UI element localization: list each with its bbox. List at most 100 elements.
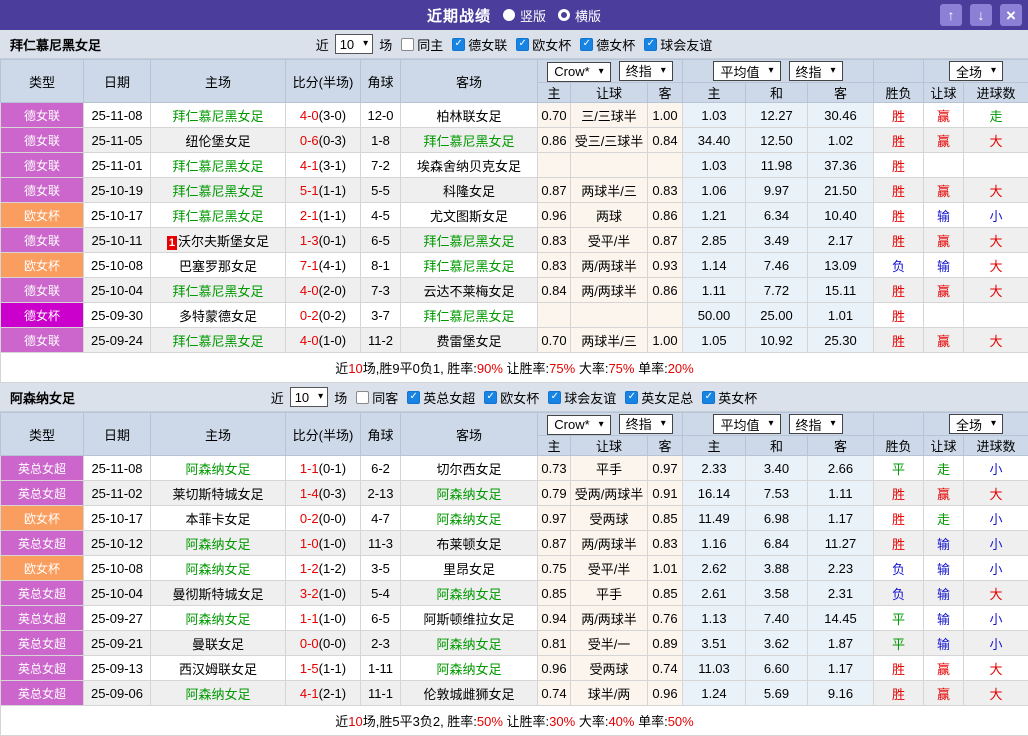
radio-vertical-layout[interactable]: 竖版	[503, 6, 546, 25]
chevron-down-icon: ▾	[363, 39, 368, 49]
match-date: 25-10-11	[84, 228, 151, 253]
match-type-badge: 英总女超	[1, 531, 84, 556]
fulltime-score: 3-2	[300, 586, 319, 601]
corner-score: 3-7	[361, 303, 401, 328]
handicap-away-odds: 0.85	[648, 506, 683, 531]
league-filter-checkbox[interactable]: ✓英总女超	[407, 388, 477, 407]
odds-company-select[interactable]: Crow*▾	[547, 62, 610, 82]
same-venue-checkbox[interactable]: 同客	[356, 388, 400, 407]
same-venue-label: 同主	[417, 35, 443, 54]
handicap-home-odds: 0.70	[538, 328, 571, 353]
avg-draw-odds: 10.92	[746, 328, 808, 353]
close-button[interactable]: ×	[1000, 4, 1022, 26]
average-mode-select[interactable]: 平均值▾	[713, 414, 780, 434]
handicap-result-cell: 输	[924, 556, 964, 581]
home-team: 阿森纳女足	[151, 681, 286, 706]
average-stage-select[interactable]: 终指▾	[789, 414, 843, 434]
recent-count-select[interactable]: 10▾	[290, 387, 329, 407]
league-filter-checkbox[interactable]: ✓欧女杯	[516, 35, 573, 54]
league-filter-checkbox[interactable]: ✓英女足总	[625, 388, 695, 407]
match-date: 25-10-12	[84, 531, 151, 556]
odds-company-select[interactable]: Crow*▾	[547, 415, 610, 435]
avg-home-odds: 1.16	[683, 531, 746, 556]
checkbox-checked-icon: ✓	[644, 38, 657, 51]
league-filter-checkbox[interactable]: ✓球会友谊	[644, 35, 714, 54]
checkbox-checked-icon: ✓	[452, 38, 465, 51]
avg-draw-odds: 9.97	[746, 178, 808, 203]
handicap-line: 受平/半	[571, 228, 648, 253]
match-date: 25-10-19	[84, 178, 151, 203]
handicap-line: 两/两球半	[571, 278, 648, 303]
fulltime-score: 1-0	[300, 536, 319, 551]
league-filter-checkbox[interactable]: ✓球会友谊	[548, 388, 618, 407]
away-team: 切尔西女足	[401, 456, 538, 481]
avg-home-odds: 3.51	[683, 631, 746, 656]
handicap-result-cell: 赢	[924, 681, 964, 706]
handicap-away-odds: 0.83	[648, 178, 683, 203]
match-type-badge: 德女联	[1, 153, 84, 178]
score-cell: 4-0(3-0)	[286, 103, 361, 128]
handicap-line: 两/两球半	[571, 606, 648, 631]
goals-result-cell: 大	[964, 278, 1028, 303]
match-row: 英总女超25-11-08阿森纳女足1-1(0-1)6-2切尔西女足0.73平手0…	[1, 456, 1028, 481]
avg-draw-odds: 6.60	[746, 656, 808, 681]
games-label: 场	[379, 35, 392, 54]
odds-stage-select[interactable]: 终指▾	[619, 61, 673, 81]
goals-result-cell: 大	[964, 128, 1028, 153]
home-team-name: 拜仁慕尼黑女足	[172, 334, 263, 349]
checkbox-checked-icon: ✓	[516, 38, 529, 51]
move-up-button[interactable]: ↑	[940, 4, 962, 26]
checkbox-checked-icon: ✓	[484, 391, 497, 404]
league-filter-checkbox[interactable]: ✓德女杯	[580, 35, 637, 54]
radio-horizontal-layout[interactable]: 横版	[558, 6, 601, 25]
same-venue-checkbox[interactable]: 同主	[401, 35, 445, 54]
handicap-result-cell	[924, 153, 964, 178]
away-team-name: 尤文图斯女足	[430, 209, 508, 224]
handicap-line: 两/两球半	[571, 531, 648, 556]
recent-count-select[interactable]: 10 ▾	[335, 34, 374, 54]
league-filter-checkbox[interactable]: ✓欧女杯	[484, 388, 541, 407]
scope-select[interactable]: 全场▾	[949, 414, 1003, 434]
scope-select[interactable]: 全场▾	[949, 61, 1003, 81]
goals-result-cell: 大	[964, 253, 1028, 278]
handicap-line: 受三/三球半	[571, 128, 648, 153]
odds-stage-select[interactable]: 终指▾	[619, 414, 673, 434]
match-type-badge: 德女杯	[1, 303, 84, 328]
fulltime-score: 0-0	[300, 636, 319, 651]
league-filter-checkbox[interactable]: ✓德女联	[452, 35, 509, 54]
title-bar: 近期战绩 竖版 横版 ↑ ↓ ×	[0, 0, 1028, 30]
move-down-button[interactable]: ↓	[970, 4, 992, 26]
halftime-score: (0-1)	[319, 461, 346, 476]
summary-segment: 10	[348, 714, 362, 729]
avg-draw-odds: 7.46	[746, 253, 808, 278]
team-name: 阿森纳女足	[10, 388, 75, 407]
col-header-type: 类型	[1, 60, 84, 103]
subcol-handicap-home: 主	[538, 436, 571, 456]
away-team-name: 阿森纳女足	[436, 487, 501, 502]
handicap-result-cell: 赢	[924, 278, 964, 303]
halftime-score: (1-0)	[319, 536, 346, 551]
home-team-name: 阿森纳女足	[185, 562, 250, 577]
handicap-away-odds: 0.86	[648, 203, 683, 228]
radio-unselected-icon	[558, 9, 570, 21]
handicap-home-odds: 0.83	[538, 253, 571, 278]
recent-label: 近	[316, 35, 329, 54]
checkbox-checked-icon: ✓	[625, 391, 638, 404]
corner-score: 2-3	[361, 631, 401, 656]
match-date: 25-09-30	[84, 303, 151, 328]
match-row: 英总女超25-09-13西汉姆联女足1-5(1-1)1-11阿森纳女足0.96受…	[1, 656, 1028, 681]
away-team-name: 拜仁慕尼黑女足	[423, 234, 514, 249]
handicap-home-odds: 0.84	[538, 278, 571, 303]
handicap-home-odds: 0.97	[538, 506, 571, 531]
league-filter-label: 英总女超	[423, 388, 475, 407]
league-filter-checkbox[interactable]: ✓英女杯	[702, 388, 759, 407]
average-stage-select[interactable]: 终指▾	[789, 61, 843, 81]
away-team: 拜仁慕尼黑女足	[401, 303, 538, 328]
halftime-score: (1-2)	[319, 561, 346, 576]
average-mode-select[interactable]: 平均值▾	[713, 61, 780, 81]
recent-count-value: 10	[340, 37, 354, 52]
checkbox-unchecked-icon	[356, 391, 369, 404]
goals-result-cell: 走	[964, 103, 1028, 128]
handicap-line	[571, 303, 648, 328]
handicap-home-odds: 0.74	[538, 681, 571, 706]
